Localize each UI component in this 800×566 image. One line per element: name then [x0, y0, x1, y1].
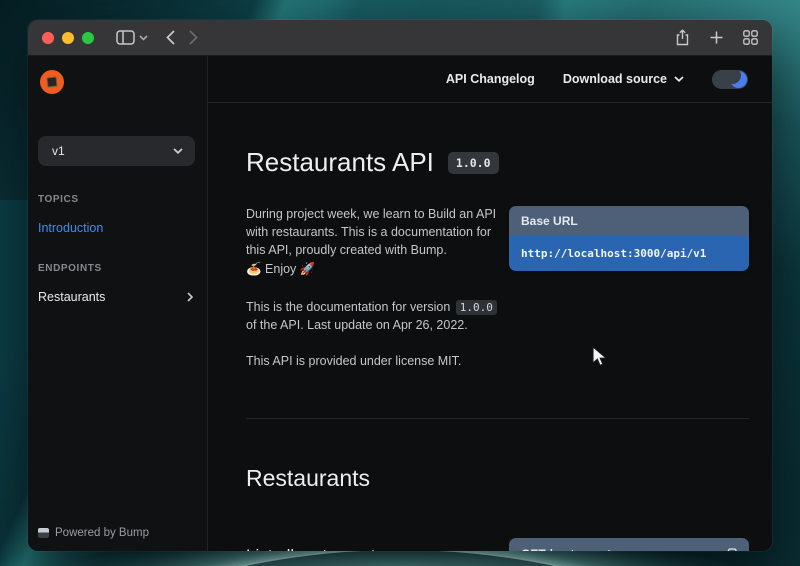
traffic-lights	[42, 32, 94, 44]
version-select-value: v1	[52, 144, 65, 158]
window-titlebar	[28, 20, 772, 56]
sidebar-item-label: Restaurants	[38, 290, 105, 304]
base-url-header: Base URL	[509, 206, 749, 236]
get-restaurants-card-header: GET /restaurants	[509, 538, 749, 551]
intro-section: During project week, we learn to Build a…	[246, 206, 749, 279]
new-tab-plus-icon[interactable]	[710, 31, 723, 44]
chevron-down-icon	[173, 148, 183, 154]
section-divider	[246, 418, 749, 419]
sidebar-toggle-icon[interactable]	[116, 30, 135, 45]
intro-emoji-line: 🍝 Enjoy 🚀	[246, 261, 498, 279]
version-code-chip: 1.0.0	[456, 300, 497, 315]
version-paragraph: This is the documentation for version 1.…	[246, 299, 504, 335]
zoom-window-button[interactable]	[82, 32, 94, 44]
sidebar-item-introduction[interactable]: Introduction	[38, 221, 195, 235]
version-badge: 1.0.0	[448, 152, 499, 174]
intro-text-column: During project week, we learn to Build a…	[246, 206, 498, 279]
forward-icon[interactable]	[189, 30, 198, 45]
main-content: API Changelog Download source Restaurant…	[208, 56, 772, 551]
endpoints-heading: ENDPOINTS	[38, 263, 195, 274]
share-icon[interactable]	[675, 29, 690, 46]
doc-scroll-area[interactable]: Restaurants API 1.0.0 During project wee…	[208, 103, 772, 551]
restaurants-section-heading: Restaurants	[246, 465, 749, 492]
chevron-right-icon	[187, 292, 193, 302]
titlebar-right-actions	[675, 29, 758, 46]
version-text-before: This is the documentation for version	[246, 300, 450, 314]
operation-heading: List all restaurants	[246, 546, 384, 551]
moon-icon	[730, 71, 747, 88]
base-url-card: Base URL http://localhost:3000/api/v1	[509, 206, 749, 271]
topics-heading: TOPICS	[38, 194, 195, 205]
intro-paragraph-text: During project week, we learn to Build a…	[246, 207, 496, 257]
intro-paragraph: During project week, we learn to Build a…	[246, 206, 498, 279]
app-window: v1 TOPICS Introduction ENDPOINTS Restaur…	[28, 20, 772, 551]
sidebar-item-restaurants[interactable]: Restaurants	[38, 290, 195, 304]
sidebar-toggle-chevron-icon[interactable]	[139, 35, 148, 41]
download-source-label: Download source	[563, 72, 667, 86]
sidebar: v1 TOPICS Introduction ENDPOINTS Restaur…	[28, 56, 208, 551]
get-restaurants-card[interactable]: GET /restaurants	[509, 538, 749, 551]
dark-mode-toggle[interactable]	[712, 70, 748, 89]
logo-cube-icon	[47, 77, 58, 88]
api-logo[interactable]	[40, 70, 64, 94]
base-url-value[interactable]: http://localhost:3000/api/v1	[509, 236, 749, 271]
top-navigation: API Changelog Download source	[208, 56, 772, 103]
powered-by-bump-link[interactable]: Powered by Bump	[38, 527, 195, 539]
powered-by-label: Powered by Bump	[55, 527, 149, 539]
back-icon[interactable]	[166, 30, 175, 45]
tab-overview-icon[interactable]	[743, 30, 758, 45]
version-select[interactable]: v1	[38, 136, 195, 166]
operation-row: List all restaurants GET /restaurants	[246, 538, 749, 551]
download-source-dropdown[interactable]: Download source	[563, 72, 684, 86]
window-body: v1 TOPICS Introduction ENDPOINTS Restaur…	[28, 56, 772, 551]
license-paragraph: This API is provided under license MIT.	[246, 353, 749, 371]
version-text-after: of the API. Last update on Apr 26, 2022.	[246, 318, 468, 332]
minimize-window-button[interactable]	[62, 32, 74, 44]
bump-logo-icon	[38, 528, 49, 538]
api-title-text: Restaurants API	[246, 147, 434, 178]
chevron-down-icon	[674, 76, 684, 82]
method-path-label: GET /restaurants	[521, 547, 618, 551]
close-window-button[interactable]	[42, 32, 54, 44]
page-title: Restaurants API 1.0.0	[246, 147, 749, 178]
api-changelog-link[interactable]: API Changelog	[446, 72, 535, 86]
copy-icon[interactable]	[725, 548, 737, 551]
